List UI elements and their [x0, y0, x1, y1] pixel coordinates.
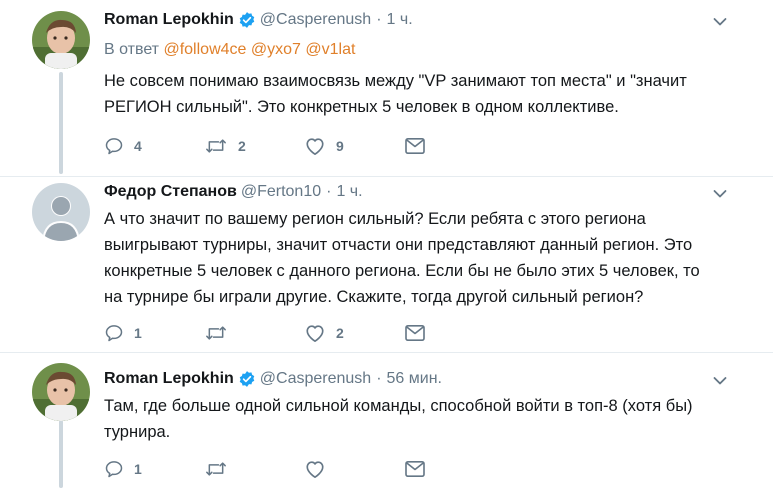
tweet[interactable]: Roman Lepokhin @Casperenush · 1 ч. В отв… [0, 0, 773, 176]
mention-link[interactable]: @follow4ce [163, 41, 246, 58]
tweet-text-line: А что значит по вашему регион сильный? Е… [104, 210, 646, 228]
like-button[interactable] [304, 459, 404, 479]
tweet-text-line: на турнире бы играли другие. Скажите, то… [104, 288, 644, 306]
author-name[interactable]: Roman Lepokhin [104, 11, 234, 29]
tweet-text-line: выигрывают турниры, значит отчасти они п… [104, 236, 693, 254]
reply-prefix: В ответ [104, 41, 160, 58]
message-icon [404, 460, 426, 478]
tweet-text-line: РЕГИОН сильный". Это конкретных 5 челове… [104, 98, 619, 116]
author-handle[interactable]: @Ferton10 [241, 183, 321, 201]
tweet-header: Федор Степанов @Ferton10 · 1 ч. [104, 181, 363, 203]
tweet-header: Roman Lepokhin @Casperenush · 56 мин. [104, 368, 442, 390]
tweet-actions: 4 2 9 [104, 135, 504, 157]
chevron-down-icon[interactable] [712, 373, 728, 389]
chevron-down-icon[interactable] [712, 186, 728, 202]
tweet-header: Roman Lepokhin @Casperenush · 1 ч. [104, 9, 413, 31]
author-handle[interactable]: @Casperenush [260, 11, 371, 29]
timestamp[interactable]: 1 ч. [336, 183, 362, 201]
reply-button[interactable]: 4 [104, 136, 204, 156]
like-button[interactable]: 9 [304, 136, 404, 156]
separator-dot: · [376, 370, 382, 387]
mention-link[interactable]: @v1lat [305, 41, 355, 58]
like-icon [304, 136, 326, 156]
message-icon [404, 324, 426, 342]
author-name[interactable]: Федор Степанов [104, 183, 237, 201]
separator-dot: · [376, 11, 382, 28]
reply-icon [104, 459, 124, 479]
tweet[interactable]: Roman Lepokhin @Casperenush · 56 мин. Та… [0, 352, 773, 488]
tweet-text-line: Не совсем понимаю взаимосвязь между "VP … [104, 72, 687, 90]
tweet[interactable]: Федор Степанов @Ferton10 · 1 ч. А что зн… [0, 176, 773, 352]
like-button[interactable]: 2 [304, 323, 404, 343]
like-icon [304, 323, 326, 343]
verified-icon [238, 11, 256, 29]
retweet-icon [204, 459, 228, 479]
mention-link[interactable]: @yxo7 [251, 41, 301, 58]
tweet-actions: 1 2 [104, 322, 504, 344]
reply-button[interactable]: 1 [104, 323, 204, 343]
timestamp[interactable]: 1 ч. [387, 11, 413, 29]
author-name[interactable]: Roman Lepokhin [104, 370, 234, 388]
timestamp[interactable]: 56 мин. [387, 370, 442, 388]
message-icon [404, 137, 426, 155]
reply-context: В ответ @follow4ce @yxo7 @v1lat [104, 41, 355, 59]
author-handle[interactable]: @Casperenush [260, 370, 371, 388]
tweet-text: А что значит по вашему регион сильный? Е… [104, 206, 744, 310]
reply-count: 1 [134, 461, 142, 477]
retweet-button[interactable]: 2 [204, 136, 304, 156]
avatar[interactable] [32, 11, 90, 69]
tweet-text: Не совсем понимаю взаимосвязь между "VP … [104, 68, 744, 120]
direct-message-button[interactable] [404, 137, 504, 155]
verified-icon [238, 370, 256, 388]
like-count: 9 [336, 138, 344, 154]
retweet-button[interactable] [204, 323, 304, 343]
direct-message-button[interactable] [404, 324, 504, 342]
retweet-icon [204, 136, 228, 156]
avatar[interactable] [32, 363, 90, 421]
reply-icon [104, 323, 124, 343]
retweet-button[interactable] [204, 459, 304, 479]
reply-button[interactable]: 1 [104, 459, 204, 479]
like-count: 2 [336, 325, 344, 341]
tweet-text-line: турнира. [104, 423, 171, 441]
like-icon [304, 459, 326, 479]
tweet-text-line: Там, где больше одной сильной команды, с… [104, 397, 693, 415]
reply-count: 4 [134, 138, 142, 154]
separator-dot: · [326, 183, 332, 200]
retweet-icon [204, 323, 228, 343]
chevron-down-icon[interactable] [712, 14, 728, 30]
reply-count: 1 [134, 325, 142, 341]
tweet-text: Там, где больше одной сильной команды, с… [104, 393, 744, 445]
tweet-actions: 1 [104, 458, 504, 480]
retweet-count: 2 [238, 138, 246, 154]
tweet-text-line: конкретные 5 человек с данного региона. … [104, 262, 700, 280]
avatar[interactable] [32, 183, 90, 241]
direct-message-button[interactable] [404, 460, 504, 478]
reply-icon [104, 136, 124, 156]
